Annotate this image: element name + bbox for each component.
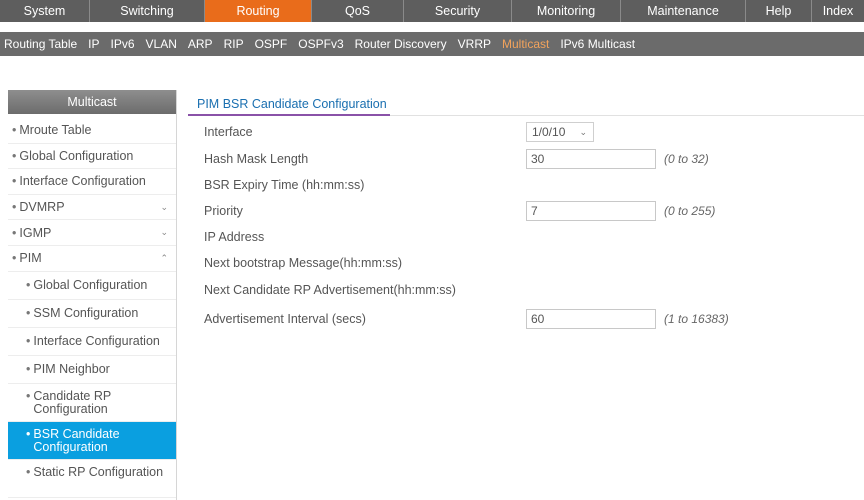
- subnav-multicast[interactable]: Multicast: [502, 37, 549, 51]
- sidebar-subitem-label: SSM Configuration: [33, 305, 139, 320]
- subnav-vrrp[interactable]: VRRP: [458, 37, 491, 51]
- bullet-icon: •: [26, 464, 31, 479]
- chevron-up-icon[interactable]: ⌃: [160, 253, 168, 264]
- top-nav: System Switching Routing QoS Security Mo…: [0, 0, 864, 22]
- sidebar-subitem-label: Static RP Configuration: [33, 464, 164, 479]
- subnav-routing-table[interactable]: Routing Table: [4, 37, 77, 51]
- sidebar-item-label: IGMP: [19, 225, 52, 240]
- bsr-expiry-time-label: BSR Expiry Time (hh:mm:ss): [204, 178, 365, 192]
- sidebar-item-mroute-table[interactable]: • Mroute Table: [8, 118, 176, 144]
- next-bootstrap-message-label: Next bootstrap Message(hh:mm:ss): [204, 256, 402, 270]
- sidebar-item-dvmrp[interactable]: • DVMRP ⌄: [8, 195, 176, 221]
- row-bsr-expiry-time: BSR Expiry Time (hh:mm:ss): [204, 175, 844, 195]
- ip-address-label: IP Address: [204, 230, 265, 244]
- sidebar-item-label: PIM: [19, 251, 42, 266]
- bullet-icon: •: [26, 361, 31, 376]
- sidebar-item-igmp[interactable]: • IGMP ⌄: [8, 220, 176, 246]
- subnav-ospf[interactable]: OSPF: [255, 37, 288, 51]
- sidebar-item-pim[interactable]: • PIM ⌃: [8, 246, 176, 272]
- subnav-arp[interactable]: ARP: [188, 37, 213, 51]
- row-next-bootstrap-message: Next bootstrap Message(hh:mm:ss): [204, 253, 844, 273]
- sidebar-subitem-label: Interface Configuration: [33, 333, 160, 348]
- sidebar-subitem-pim-global-configuration[interactable]: • Global Configuration: [8, 272, 176, 300]
- subnav-ip[interactable]: IP: [88, 37, 99, 51]
- sidebar-item-label: Global Configuration: [19, 148, 134, 163]
- tab-help[interactable]: Help: [746, 0, 812, 22]
- tab-switching[interactable]: Switching: [90, 0, 205, 22]
- subnav-ipv6-multicast[interactable]: IPv6 Multicast: [560, 37, 635, 51]
- bullet-icon: •: [26, 305, 31, 320]
- priority-hint: (0 to 255): [664, 204, 716, 218]
- row-ip-address: IP Address: [204, 227, 844, 247]
- sidebar-subitem-ssm-configuration[interactable]: • SSM Configuration: [8, 300, 176, 328]
- interface-label: Interface: [204, 125, 253, 139]
- tab-routing[interactable]: Routing: [205, 0, 312, 22]
- sidebar-subitem-label: Candidate RP Configuration: [33, 388, 111, 416]
- subnav-ospfv3[interactable]: OSPFv3: [298, 37, 343, 51]
- subnav-router-discovery[interactable]: Router Discovery: [355, 37, 447, 51]
- tab-security[interactable]: Security: [404, 0, 512, 22]
- subnav-ipv6[interactable]: IPv6: [111, 37, 135, 51]
- interface-select[interactable]: 1/0/10 ⌄: [526, 122, 594, 142]
- hash-mask-length-hint: (0 to 32): [664, 152, 709, 166]
- chevron-down-icon[interactable]: ⌄: [160, 202, 168, 213]
- priority-label: Priority: [204, 204, 243, 218]
- tab-qos[interactable]: QoS: [312, 0, 404, 22]
- hash-mask-length-input[interactable]: [526, 149, 656, 169]
- sidebar-subitem-pim-neighbor[interactable]: • PIM Neighbor: [8, 356, 176, 384]
- sidebar-item-interface-configuration[interactable]: • Interface Configuration: [8, 169, 176, 195]
- row-hash-mask-length: Hash Mask Length (0 to 32): [204, 149, 844, 169]
- hash-mask-length-label: Hash Mask Length: [204, 152, 309, 166]
- sidebar-subitem-bsr-candidate-configuration[interactable]: • BSR Candidate Configuration: [8, 421, 176, 460]
- next-candidate-rp-advertisement-label: Next Candidate RP Advertisement(hh:mm:ss…: [204, 283, 456, 297]
- priority-input[interactable]: [526, 201, 656, 221]
- bullet-icon: •: [26, 333, 31, 348]
- interface-select-value: 1/0/10: [532, 125, 566, 139]
- row-priority: Priority (0 to 255): [204, 201, 844, 221]
- row-next-candidate-rp-advertisement: Next Candidate RP Advertisement(hh:mm:ss…: [204, 280, 844, 300]
- sidebar-item-label: DVMRP: [19, 200, 65, 215]
- sidebar-title: Multicast: [8, 90, 176, 114]
- title-divider: [390, 115, 864, 116]
- bullet-icon: •: [12, 174, 17, 189]
- tab-monitoring[interactable]: Monitoring: [512, 0, 621, 22]
- sidebar-item-label: Interface Configuration: [19, 174, 146, 189]
- sidebar-item-global-configuration[interactable]: • Global Configuration: [8, 144, 176, 170]
- row-interface: Interface 1/0/10 ⌄: [204, 122, 844, 142]
- bullet-icon: •: [12, 225, 17, 240]
- advertisement-interval-label: Advertisement Interval (secs): [204, 312, 366, 326]
- tab-system[interactable]: System: [0, 0, 90, 22]
- bullet-icon: •: [12, 200, 17, 215]
- subnav-rip[interactable]: RIP: [224, 37, 244, 51]
- bullet-icon: •: [26, 426, 31, 441]
- sidebar-subitem-label: BSR Candidate Configuration: [33, 426, 120, 454]
- page-title: PIM BSR Candidate Configuration: [188, 94, 390, 116]
- bullet-icon: •: [12, 123, 17, 138]
- bullet-icon: •: [26, 388, 31, 403]
- sidebar: Multicast • Mroute Table • Global Configur…: [8, 90, 177, 500]
- chevron-down-icon[interactable]: ⌄: [160, 227, 168, 238]
- sidebar-subitem-pim-interface-configuration[interactable]: • Interface Configuration: [8, 328, 176, 356]
- row-advertisement-interval: Advertisement Interval (secs) (1 to 1638…: [204, 309, 844, 329]
- advertisement-interval-input[interactable]: [526, 309, 656, 329]
- advertisement-interval-hint: (1 to 16383): [664, 312, 729, 326]
- sidebar-subitem-label: Global Configuration: [33, 277, 148, 292]
- sidebar-subitem-label: PIM Neighbor: [33, 361, 110, 376]
- bullet-icon: •: [26, 277, 31, 292]
- sidebar-subitem-static-rp-configuration[interactable]: • Static RP Configuration: [8, 460, 176, 498]
- chevron-down-icon: ⌄: [579, 126, 587, 137]
- tab-maintenance[interactable]: Maintenance: [621, 0, 746, 22]
- bullet-icon: •: [12, 251, 17, 266]
- subnav-vlan[interactable]: VLAN: [146, 37, 177, 51]
- sidebar-item-label: Mroute Table: [19, 123, 92, 138]
- tab-index[interactable]: Index: [812, 0, 864, 22]
- sub-nav: Routing Table IP IPv6 VLAN ARP RIP OSPF …: [0, 32, 864, 56]
- sidebar-subitem-candidate-rp-configuration[interactable]: • Candidate RP Configuration: [8, 384, 176, 422]
- bullet-icon: •: [12, 148, 17, 163]
